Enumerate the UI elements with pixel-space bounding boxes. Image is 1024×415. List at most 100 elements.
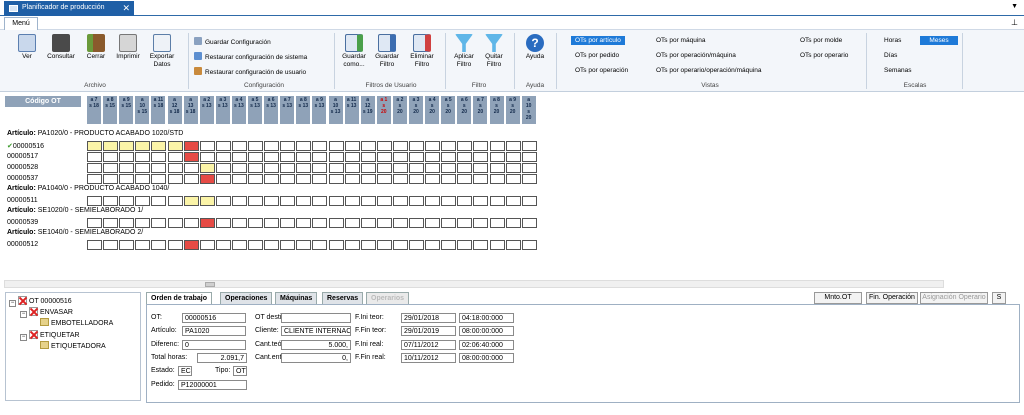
schedule-cell[interactable] — [312, 152, 328, 162]
schedule-cell[interactable] — [425, 152, 441, 162]
schedule-cell[interactable] — [360, 218, 376, 228]
schedule-cell[interactable] — [473, 152, 489, 162]
schedule-cell[interactable] — [328, 174, 344, 184]
ot-row-label[interactable]: 00000539 — [7, 219, 38, 226]
schedule-cell[interactable] — [457, 141, 473, 151]
schedule-cell[interactable] — [489, 218, 505, 228]
schedule-cell[interactable] — [376, 240, 392, 250]
vista-ots-por-operacion-maquina[interactable]: OTs por operación/máquina — [652, 51, 740, 60]
ayuda-button[interactable]: ? Ayuda — [520, 34, 550, 61]
escala-horas[interactable]: Horas — [880, 36, 905, 45]
schedule-cell[interactable] — [119, 152, 135, 162]
schedule-cell[interactable] — [215, 141, 231, 151]
schedule-cell[interactable] — [280, 174, 296, 184]
schedule-cell[interactable] — [167, 152, 183, 162]
schedule-cell[interactable] — [473, 240, 489, 250]
schedule-cell[interactable] — [505, 196, 521, 206]
schedule-cell[interactable] — [151, 152, 167, 162]
ot-field[interactable]: 00000516 — [182, 313, 246, 323]
schedule-cell[interactable] — [328, 163, 344, 173]
schedule-cell[interactable] — [215, 196, 231, 206]
schedule-cell[interactable] — [312, 196, 328, 206]
schedule-cell[interactable] — [312, 174, 328, 184]
schedule-cell[interactable] — [135, 152, 151, 162]
schedule-cell[interactable] — [521, 141, 537, 151]
schedule-cell[interactable] — [505, 152, 521, 162]
schedule-cell[interactable] — [473, 174, 489, 184]
schedule-cell[interactable] — [248, 196, 263, 206]
schedule-cell[interactable] — [296, 174, 312, 184]
pedido-field[interactable]: P12000001 — [178, 380, 247, 390]
schedule-cell[interactable] — [457, 218, 473, 228]
schedule-cell[interactable] — [231, 240, 247, 250]
schedule-cell[interactable] — [264, 174, 280, 184]
schedule-cell[interactable] — [409, 196, 424, 206]
schedule-cell[interactable] — [135, 218, 151, 228]
schedule-cell[interactable] — [151, 240, 167, 250]
schedule-cell[interactable] — [521, 240, 537, 250]
schedule-cell[interactable] — [167, 196, 183, 206]
fin-operacion-button[interactable]: Fin. Operación — [866, 292, 918, 304]
cerrar-button[interactable]: Cerrar — [82, 34, 110, 61]
schedule-cell[interactable] — [248, 218, 263, 228]
schedule-cell[interactable] — [103, 240, 119, 250]
schedule-cell[interactable] — [441, 141, 457, 151]
schedule-cell[interactable] — [425, 163, 441, 173]
schedule-cell[interactable] — [151, 163, 167, 173]
schedule-cell[interactable] — [344, 152, 360, 162]
schedule-cell[interactable] — [360, 240, 376, 250]
schedule-cell[interactable] — [231, 196, 247, 206]
document-tab[interactable]: Planificador de producción ✕ — [4, 1, 134, 16]
horizontal-scrollbar[interactable] — [4, 280, 944, 288]
pin-icon[interactable]: ⊥ — [1011, 18, 1018, 27]
guardar-filtro-button[interactable]: Guardar Filtro — [372, 34, 402, 69]
schedule-cell[interactable] — [392, 174, 408, 184]
schedule-cell[interactable] — [344, 196, 360, 206]
schedule-cell[interactable] — [392, 163, 408, 173]
ot-row-label[interactable]: 00000528 — [7, 164, 38, 171]
schedule-cell[interactable] — [521, 163, 537, 173]
schedule-cell[interactable] — [119, 196, 135, 206]
schedule-cell[interactable] — [215, 218, 231, 228]
schedule-cell[interactable] — [328, 218, 344, 228]
schedule-cell[interactable] — [167, 163, 183, 173]
guardar-como-button[interactable]: Guardar como... — [338, 34, 370, 69]
schedule-cell[interactable] — [457, 174, 473, 184]
schedule-cell[interactable] — [392, 240, 408, 250]
vista-ots-por-operario[interactable]: OTs por operario — [796, 51, 852, 60]
vista-ots-por-molde[interactable]: OTs por molde — [796, 36, 846, 45]
schedule-cell[interactable] — [199, 218, 215, 228]
schedule-cell[interactable] — [183, 196, 199, 206]
schedule-cell[interactable] — [103, 163, 119, 173]
schedule-cell[interactable] — [87, 174, 102, 184]
consultar-button[interactable]: Consultar — [44, 34, 78, 61]
schedule-cell[interactable] — [231, 163, 247, 173]
schedule-cell[interactable] — [199, 163, 215, 173]
restaurar-usuario-button[interactable]: Restaurar configuración de usuario — [194, 67, 306, 76]
schedule-cell[interactable] — [151, 141, 167, 151]
cant-teor-field[interactable]: 5.000, — [281, 340, 351, 350]
schedule-cell[interactable] — [489, 163, 505, 173]
schedule-cell[interactable] — [264, 196, 280, 206]
ot-row-label[interactable]: 00000511 — [7, 197, 38, 204]
eliminar-filtro-button[interactable]: Eliminar Filtro — [405, 34, 439, 69]
schedule-cell[interactable] — [473, 196, 489, 206]
schedule-cell[interactable] — [119, 163, 135, 173]
schedule-cell[interactable] — [473, 141, 489, 151]
restaurar-sistema-button[interactable]: Restaurar configuración de sistema — [194, 52, 307, 61]
f-fin-teor-time[interactable]: 08:00:00:000 — [459, 326, 514, 336]
schedule-cell[interactable] — [457, 196, 473, 206]
tab-maquinas[interactable]: Máquinas — [275, 292, 318, 304]
schedule-cell[interactable] — [360, 174, 376, 184]
schedule-cell[interactable] — [328, 240, 344, 250]
f-ini-real-date[interactable]: 07/11/2012 — [401, 340, 456, 350]
schedule-cell[interactable] — [215, 163, 231, 173]
schedule-cell[interactable] — [215, 152, 231, 162]
f-ini-teor-date[interactable]: 29/01/2018 — [401, 313, 456, 323]
schedule-cell[interactable] — [296, 240, 312, 250]
schedule-cell[interactable] — [167, 218, 183, 228]
schedule-cell[interactable] — [248, 163, 263, 173]
escala-semanas[interactable]: Semanas — [880, 66, 915, 75]
close-tab-icon[interactable]: ✕ — [122, 3, 130, 14]
schedule-cell[interactable] — [376, 196, 392, 206]
